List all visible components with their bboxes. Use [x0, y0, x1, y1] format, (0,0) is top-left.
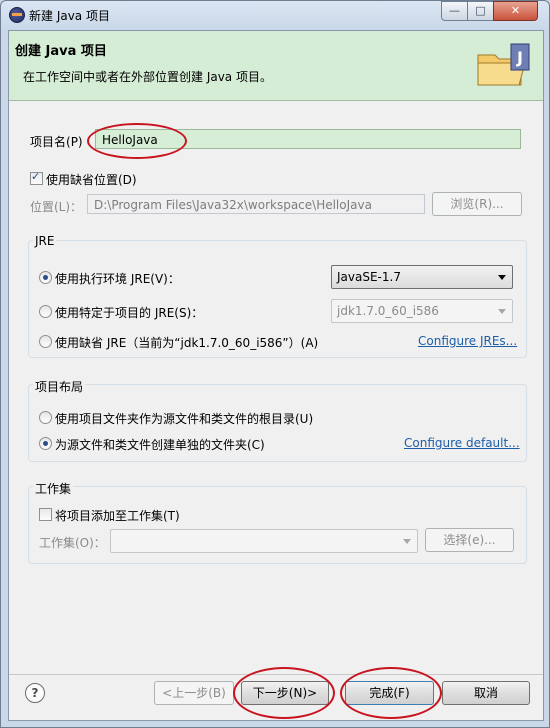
- project-specific-jre-select[interactable]: jdk1.7.0_60_i586: [331, 299, 513, 323]
- eclipse-icon: [9, 7, 25, 23]
- chevron-down-icon: [498, 275, 506, 280]
- layout-separate-folders-label: 为源文件和类文件创建单独的文件夹(C): [55, 438, 265, 452]
- project-name-input[interactable]: HelloJava: [95, 129, 521, 149]
- use-default-location-checkbox[interactable]: [30, 170, 43, 185]
- cancel-button[interactable]: 取消: [442, 681, 530, 705]
- title-bar[interactable]: 新建 Java 项目 — □ ✕: [1, 1, 549, 29]
- add-to-working-set-checkbox[interactable]: [39, 508, 52, 521]
- add-to-working-set-label: 将项目添加至工作集(T): [55, 509, 180, 523]
- close-button[interactable]: ✕: [493, 1, 538, 21]
- maximize-button[interactable]: □: [467, 1, 494, 21]
- minimize-button[interactable]: —: [441, 1, 468, 21]
- svg-text:J: J: [516, 48, 523, 67]
- project-layout-group-label: 项目布局: [33, 378, 86, 395]
- footer-separator: [9, 674, 543, 675]
- location-input[interactable]: D:\Program Files\Java32x\workspace\Hello…: [87, 194, 425, 214]
- next-button[interactable]: 下一步(N)>: [241, 681, 329, 705]
- finish-button[interactable]: 完成(F): [345, 681, 434, 705]
- jre-project-specific-label: 使用特定于项目的 JRE(S)：: [55, 306, 204, 320]
- jre-execution-environment-label: 使用执行环境 JRE(V)：: [55, 272, 180, 286]
- dialog-window: 新建 Java 项目 — □ ✕ 创建 Java 项目 在工作空间中或者在外部位…: [0, 0, 550, 728]
- jre-default-radio[interactable]: [39, 335, 52, 348]
- chevron-down-icon: [498, 309, 506, 314]
- window-title: 新建 Java 项目: [29, 9, 110, 23]
- working-set-label: 工作集(O)：: [39, 536, 106, 550]
- layout-separate-folders-radio[interactable]: [39, 437, 52, 450]
- execution-environment-select[interactable]: JavaSE-1.7: [331, 265, 513, 289]
- help-icon[interactable]: ?: [25, 683, 45, 703]
- use-default-location-label: 使用缺省位置(D): [46, 173, 137, 187]
- location-label: 位置(L)：: [30, 200, 83, 214]
- project-name-label: 项目名(P): [30, 135, 83, 149]
- execution-environment-value: JavaSE-1.7: [337, 270, 401, 284]
- configure-default-link[interactable]: Configure default...: [404, 436, 520, 450]
- dialog-content: 创建 Java 项目 在工作空间中或者在外部位置创建 Java 项目。 J 项目…: [8, 30, 544, 721]
- chevron-down-icon: [403, 539, 411, 544]
- layout-single-folder-label: 使用项目文件夹作为源文件和类文件的根目录(U): [55, 412, 314, 426]
- wizard-banner: 创建 Java 项目 在工作空间中或者在外部位置创建 Java 项目。 J: [9, 31, 543, 101]
- layout-single-folder-radio[interactable]: [39, 411, 52, 424]
- banner-title: 创建 Java 项目: [15, 44, 107, 59]
- project-specific-jre-value: jdk1.7.0_60_i586: [337, 304, 439, 318]
- working-set-select[interactable]: [110, 529, 418, 553]
- select-working-set-button[interactable]: 选择(e)...: [425, 528, 514, 552]
- jre-project-specific-radio[interactable]: [39, 305, 52, 318]
- working-set-group-label: 工作集: [33, 480, 74, 497]
- jre-execution-environment-radio[interactable]: [39, 271, 52, 284]
- jre-default-label: 使用缺省 JRE（当前为“jdk1.7.0_60_i586”）(A): [55, 336, 319, 350]
- configure-jres-link[interactable]: Configure JREs...: [418, 334, 517, 348]
- java-project-folder-icon: J: [477, 43, 530, 86]
- jre-group-label: JRE: [33, 234, 57, 248]
- browse-button[interactable]: 浏览(R)...: [432, 192, 522, 216]
- back-button[interactable]: <上一步(B): [154, 681, 234, 705]
- banner-subtitle: 在工作空间中或者在外部位置创建 Java 项目。: [23, 70, 272, 84]
